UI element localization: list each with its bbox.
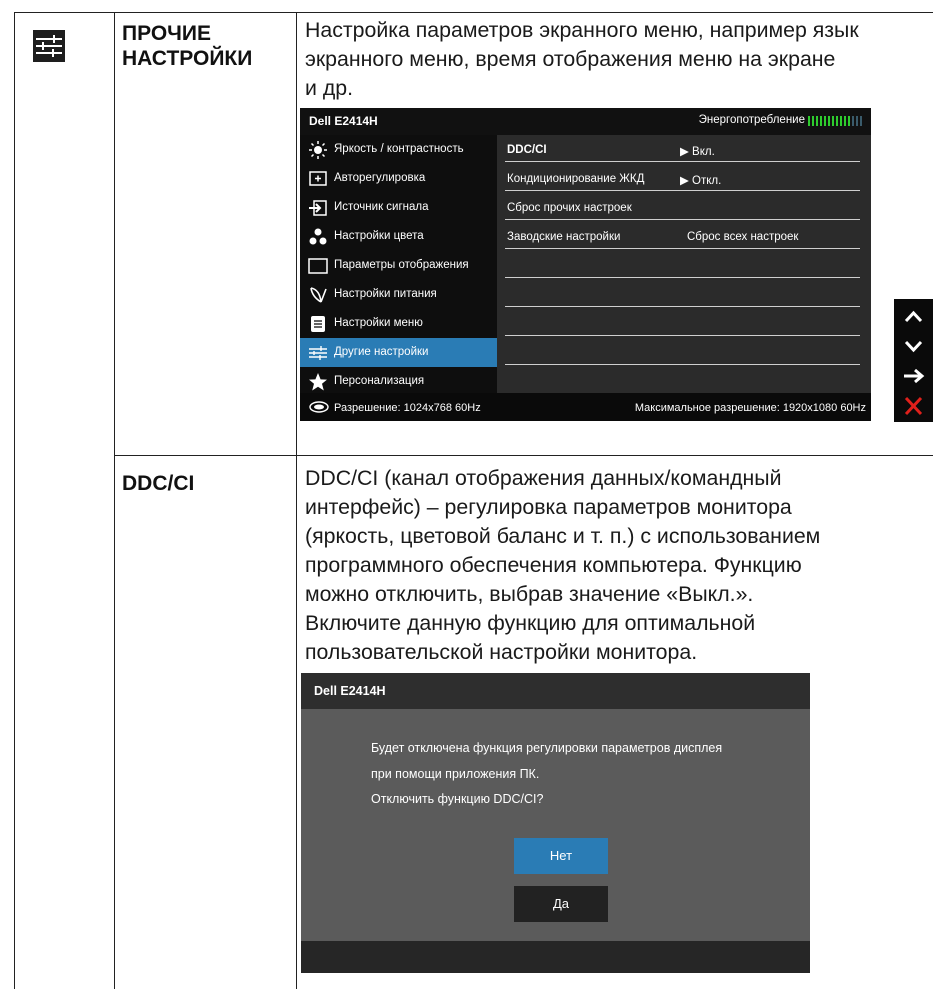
desc-line: интерфейс) – регулировка параметров мони… [305, 495, 792, 519]
osd-menu-label: Источник сигнала [334, 201, 429, 213]
dialog-title: Dell E2414H [314, 684, 386, 698]
section-description-ddcci: DDC/CI (канал отображения данных/командн… [305, 464, 820, 667]
table-border-left [14, 12, 15, 989]
osd-menu-screenshot: Dell E2414H Энергопотребление Яркость / … [300, 108, 871, 421]
table-border-top [14, 12, 933, 13]
osd-menu-label: Настройки меню [334, 317, 423, 329]
desc-line: можно отключить, выбрав значение «Выкл.»… [305, 582, 754, 606]
input-source-icon [309, 200, 327, 216]
osd-menu-label: Настройки цвета [334, 230, 424, 242]
up-arrow-icon[interactable] [894, 301, 933, 331]
section-title-line: НАСТРОЙКИ [122, 47, 253, 70]
osd-row-divider [505, 335, 860, 336]
close-icon[interactable] [894, 391, 933, 421]
right-arrow-icon[interactable] [894, 361, 933, 391]
osd-menu-item-color[interactable]: Настройки цвета [300, 222, 497, 251]
table-border-col1 [114, 12, 115, 989]
osd-menu-label: Авторегулировка [334, 172, 426, 184]
osd-option-reset-other[interactable]: Сброс прочих настроек [507, 202, 632, 214]
auto-adjust-icon [309, 171, 327, 186]
osd-footer: Разрешение: 1024x768 60Hz Максимальное р… [300, 393, 871, 421]
desc-line: DDC/CI (канал отображения данных/командн… [305, 466, 782, 490]
osd-menu-item-display[interactable]: Параметры отображения [300, 251, 497, 280]
section-title-line: ПРОЧИЕ [122, 22, 212, 45]
energy-meter [808, 116, 864, 126]
section-title-ddcci: DDC/CI [122, 472, 195, 495]
desc-line: экранного меню, время отображения меню н… [305, 47, 836, 71]
no-button[interactable]: Нет [514, 838, 608, 874]
osd-menu-label: Параметры отображения [334, 259, 469, 271]
desc-line: пользовательской настройки монитора. [305, 640, 698, 664]
osd-option-ddc-value[interactable]: ▶ Вкл. [680, 144, 715, 158]
osd-menu-list: Яркость / контрастность Авторегулировка … [300, 135, 497, 393]
desc-line: программного обеспечения компьютера. Фун… [305, 553, 802, 577]
desc-line: и др. [305, 76, 354, 100]
dialog-header: Dell E2414H [301, 673, 810, 709]
osd-menu-item-personalize[interactable]: Персонализация [300, 367, 497, 396]
yes-button[interactable]: Да [514, 886, 608, 922]
max-resolution: Максимальное разрешение: 1920x1080 60Hz [634, 402, 866, 414]
star-icon [309, 373, 327, 391]
dialog-message-line: Отключить функцию DDC/CI? [371, 792, 544, 806]
osd-menu-label: Персонализация [334, 375, 425, 387]
osd-row-divider [505, 248, 860, 249]
section-description-other-settings: Настройка параметров экранного меню, нап… [305, 16, 859, 103]
osd-menu-item-auto-adjust[interactable]: Авторегулировка [300, 164, 497, 193]
dialog-message-line: при помощи приложения ПК. [371, 767, 540, 781]
desc-line: Настройка параметров экранного меню, нап… [305, 18, 859, 42]
osd-row-divider [505, 190, 860, 191]
current-resolution: Разрешение: 1024x768 60Hz [334, 402, 481, 414]
osd-row-divider [505, 219, 860, 220]
osd-menu-item-menu-settings[interactable]: Настройки меню [300, 309, 497, 338]
brightness-icon [309, 141, 327, 159]
osd-menu-item-input-source[interactable]: Источник сигнала [300, 193, 497, 222]
desc-line: (яркость, цветовой баланс и т. п.) с исп… [305, 524, 821, 548]
osd-header: Dell E2414H Энергопотребление [300, 108, 871, 135]
osd-menu-label: Яркость / контрастность [334, 143, 464, 155]
osd-nav-buttons [894, 299, 933, 422]
osd-row-divider [505, 306, 860, 307]
energy-label: Энергопотребление [698, 114, 805, 126]
dialog-footer [301, 941, 810, 973]
power-settings-icon [310, 287, 327, 303]
dialog-message-line: Будет отключена функция регулировки пара… [371, 741, 723, 755]
osd-row-divider [505, 161, 860, 162]
osd-menu-label: Другие настройки [334, 346, 429, 358]
osd-option-factory-label[interactable]: Заводские настройки [507, 231, 620, 243]
osd-menu-label: Настройки питания [334, 288, 437, 300]
other-settings-icon [33, 30, 65, 62]
osd-menu-item-other-settings[interactable]: Другие настройки [300, 338, 497, 367]
down-arrow-icon[interactable] [894, 331, 933, 361]
osd-row-divider [505, 277, 860, 278]
osd-option-factory-value[interactable]: Сброс всех настроек [687, 231, 798, 243]
ddcci-confirm-dialog: Dell E2414H Будет отключена функция регу… [301, 673, 810, 973]
section-title-other-settings: ПРОЧИЕ НАСТРОЙКИ [122, 21, 252, 71]
table-row-divider [114, 455, 933, 456]
osd-model-name: Dell E2414H [309, 114, 378, 128]
menu-settings-icon [311, 316, 325, 332]
osd-option-ddc-label[interactable]: DDC/CI [507, 144, 547, 156]
monitor-input-icon [309, 401, 329, 413]
other-settings-icon [309, 346, 327, 360]
osd-menu-item-power[interactable]: Настройки питания [300, 280, 497, 309]
osd-menu-item-brightness[interactable]: Яркость / контрастность [300, 135, 497, 164]
osd-option-lcd-value[interactable]: ▶ Откл. [680, 173, 721, 187]
osd-row-divider [505, 364, 860, 365]
desc-line: Включите данную функцию для оптимальной [305, 611, 756, 635]
color-settings-icon [309, 228, 327, 245]
osd-option-lcd-label[interactable]: Кондиционирование ЖКД [507, 173, 644, 185]
display-settings-icon [308, 258, 328, 274]
table-border-col2 [296, 12, 297, 989]
